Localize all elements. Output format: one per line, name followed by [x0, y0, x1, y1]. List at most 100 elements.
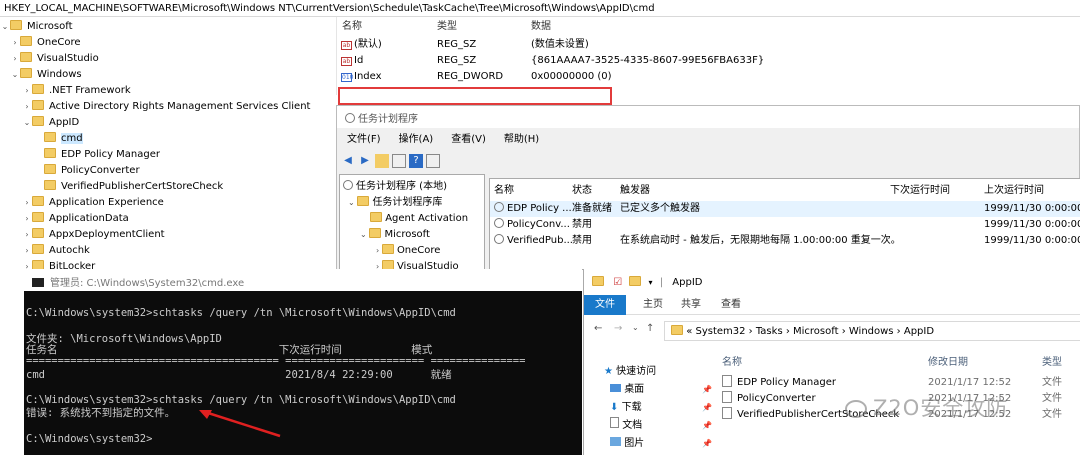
back-arrow-icon[interactable]: ← [594, 323, 602, 334]
tree-node-label: Active Directory Rights Management Servi… [49, 101, 311, 112]
tree-node-application-experience[interactable]: › Application Experience [22, 195, 164, 211]
column-header-status[interactable]: 状态 [572, 183, 592, 199]
column-header-type[interactable]: 类型 [437, 19, 457, 35]
new-folder-icon[interactable] [629, 276, 642, 286]
up-folder-icon[interactable] [375, 154, 389, 168]
chevron-right-icon[interactable]: › [22, 195, 32, 211]
chevron-down-icon[interactable]: ⌄ [10, 67, 20, 83]
back-arrow-icon[interactable]: ◀ [341, 154, 355, 168]
tab-home[interactable]: 主页 [634, 295, 672, 315]
chevron-right-icon[interactable]: › [10, 35, 20, 51]
task-row[interactable]: PolicyConv... 禁用 1999/11/30 0:00:00 [490, 217, 1080, 233]
tree-node-onecore[interactable]: › OneCore [10, 35, 81, 51]
forward-arrow-icon[interactable]: ▶ [358, 154, 372, 168]
task-trigger: 在系统启动时 - 触发后，无限期地每隔 1.00:00:00 重复一次。 [620, 235, 901, 246]
tree-node-autochk[interactable]: › Autochk [22, 243, 90, 259]
tree-node-microsoft[interactable]: ⌄ Microsoft [360, 227, 430, 243]
tree-node-adrms[interactable]: › Active Directory Rights Management Serv… [22, 99, 310, 115]
chevron-down-icon[interactable]: ⌄ [22, 115, 32, 131]
nav-quick-access[interactable]: ★ 快速访问 [604, 363, 656, 381]
column-header-name[interactable]: 名称 [722, 353, 742, 368]
tab-view[interactable]: 查看 [712, 295, 750, 315]
nav-downloads[interactable]: ⬇ 下载 📌 [610, 399, 712, 417]
chevron-right-icon[interactable]: › [22, 99, 32, 115]
chevron-right-icon[interactable]: › [22, 243, 32, 259]
menu-file[interactable]: 文件(F) [347, 134, 381, 145]
chevron-right-icon[interactable]: › [376, 246, 382, 255]
forward-arrow-icon[interactable]: → [614, 323, 622, 334]
tab-share[interactable]: 共享 [672, 295, 710, 315]
tree-node-library[interactable]: ⌄ 任务计划程序库 [348, 195, 442, 211]
column-header-next-run[interactable]: 下次运行时间 [890, 183, 950, 199]
task-row[interactable]: EDP Policy ... 准备就绪 已定义多个触发器 1999/11/30 … [490, 201, 1080, 217]
tree-node-visualstudio[interactable]: › VisualStudio [10, 51, 99, 67]
nav-pictures[interactable]: 图片 📌 [610, 435, 712, 453]
tree-node-local[interactable]: 任务计划程序 (本地) [343, 179, 447, 195]
string-value-icon: ab [341, 41, 352, 50]
file-type: 文件 [1042, 409, 1062, 420]
column-header-type[interactable]: 类型 [1042, 353, 1062, 368]
registry-value-row[interactable]: ab Id [341, 53, 363, 69]
string-value-icon: ab [341, 57, 352, 66]
menu-action[interactable]: 操作(A) [399, 134, 434, 145]
help-icon[interactable]: ? [409, 154, 423, 168]
nav-documents[interactable]: 文档 📌 [610, 417, 712, 435]
menu-help[interactable]: 帮助(H) [504, 134, 539, 145]
column-header-modified[interactable]: 修改日期 [928, 353, 968, 368]
console-prompt[interactable]: C:\Windows\system32> [26, 433, 152, 446]
tree-node-windows[interactable]: ⌄ Windows [10, 67, 82, 83]
file-row[interactable]: PolicyConverter [722, 391, 816, 407]
folder-icon [592, 276, 604, 286]
chevron-right-icon[interactable]: › [22, 83, 32, 99]
tree-node-microsoft[interactable]: ⌄ Microsoft [0, 19, 73, 35]
properties-check-icon[interactable]: ☑ [613, 277, 622, 288]
tree-node-netframework[interactable]: › .NET Framework [22, 83, 131, 99]
tree-node-policyconverter[interactable]: PolicyConverter [34, 163, 140, 179]
registry-address-bar[interactable]: HKEY_LOCAL_MACHINE\SOFTWARE\Microsoft\Wi… [0, 0, 1080, 17]
registry-value-row[interactable]: ab (默认) [341, 37, 382, 53]
task-row[interactable]: VerifiedPub... 禁用 在系统启动时 - 触发后，无限期地每隔 1.… [490, 233, 1080, 249]
task-icon [494, 202, 504, 212]
menu-view[interactable]: 查看(V) [451, 134, 486, 145]
download-icon: ⬇ [610, 402, 619, 413]
column-header-name[interactable]: 名称 [342, 19, 362, 35]
tree-node-label: PolicyConverter [61, 165, 140, 176]
tree-node-applicationdata[interactable]: › ApplicationData [22, 211, 129, 227]
tree-node-edp-policy-manager[interactable]: EDP Policy Manager [34, 147, 160, 163]
tree-node-appxdeploymentclient[interactable]: › AppxDeploymentClient [22, 227, 165, 243]
chevron-down-icon[interactable]: ⌄ [0, 19, 10, 35]
properties-icon[interactable] [426, 154, 440, 168]
show-hide-tree-icon[interactable] [392, 154, 406, 168]
column-header-last-run[interactable]: 上次运行时间 [984, 183, 1044, 199]
tree-node-agent-activation[interactable]: Agent Activation [370, 211, 468, 227]
tree-node-cmd[interactable]: cmd [34, 131, 83, 147]
address-bar[interactable]: « System32 › Tasks › Microsoft › Windows… [664, 321, 1080, 341]
up-arrow-icon[interactable]: ↑ [646, 323, 654, 334]
chevron-right-icon[interactable]: › [10, 51, 20, 67]
task-last-run: 1999/11/30 0:00:00 [984, 203, 1080, 214]
tab-file[interactable]: 文件 [584, 295, 626, 315]
nav-desktop[interactable]: 桌面 📌 [610, 381, 712, 399]
column-header-data[interactable]: 数据 [531, 19, 551, 35]
cmd-window[interactable]: 管理员: C:\Windows\System32\cmd.exe C:\Wind… [24, 269, 582, 455]
registry-value-row[interactable]: 010Index [341, 69, 382, 85]
chevron-right-icon[interactable]: › [22, 211, 32, 227]
dropdown-arrow-icon[interactable]: ▾ [649, 278, 653, 287]
file-row[interactable]: EDP Policy Manager [722, 375, 836, 391]
tree-node-verifiedpublisher[interactable]: VerifiedPublisherCertStoreCheck [34, 179, 223, 195]
chevron-right-icon[interactable]: › [22, 227, 32, 243]
tree-node-label: Application Experience [49, 197, 164, 208]
chevron-down-icon[interactable]: ⌄ [348, 198, 357, 207]
tree-node-appid[interactable]: ⌄ AppID [22, 115, 79, 131]
tree-node-label: Microsoft [384, 229, 430, 240]
recent-dropdown-icon[interactable]: ⌄ [632, 323, 639, 332]
tree-node-label: Autochk [49, 245, 90, 256]
chevron-down-icon[interactable]: ⌄ [360, 230, 369, 239]
column-header-trigger[interactable]: 触发器 [620, 183, 650, 199]
task-trigger: 已定义多个触发器 [620, 203, 700, 214]
desktop-icon [610, 384, 621, 392]
column-header-name[interactable]: 名称 [494, 183, 514, 199]
tree-node-onecore[interactable]: › OneCore [376, 243, 440, 259]
nav-label: 快速访问 [616, 366, 657, 377]
task-status: 禁用 [572, 235, 592, 246]
